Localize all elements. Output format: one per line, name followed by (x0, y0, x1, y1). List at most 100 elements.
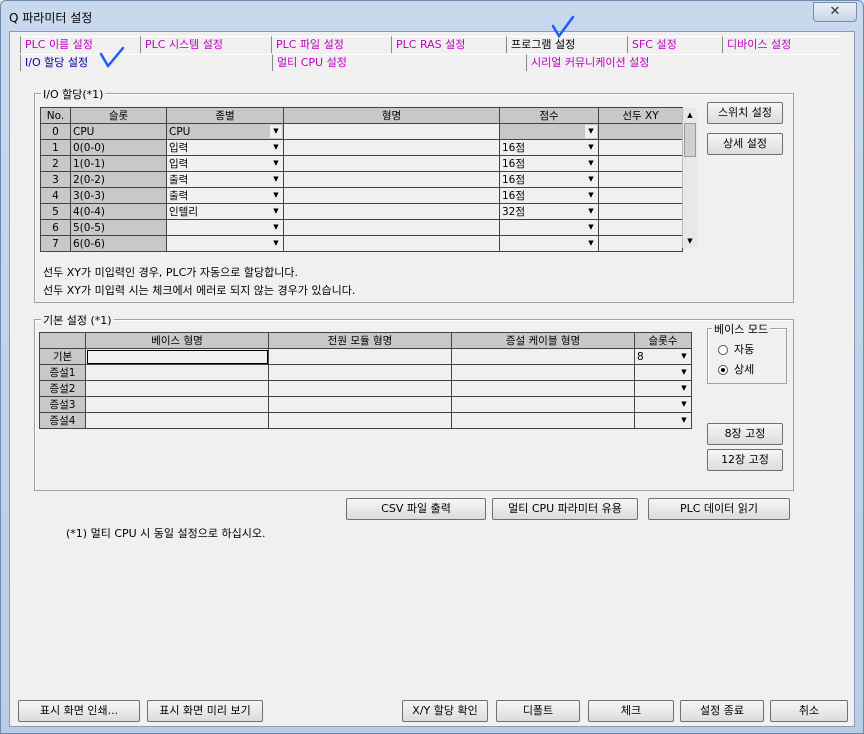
xy-cell[interactable] (598, 123, 683, 140)
xy-cell[interactable] (598, 155, 683, 172)
type-dropdown[interactable]: 출력 ▼ (166, 187, 284, 204)
io-table-scrollbar[interactable]: ▲ ▼ (682, 108, 697, 248)
xy-assignment-check-button[interactable]: X/Y 할당 확인 (402, 700, 488, 722)
extension-cable-cell[interactable] (451, 348, 635, 365)
type-dropdown[interactable]: 입력 ▼ (166, 139, 284, 156)
title-bar[interactable]: Q 파라미터 설정 ✕ (1, 1, 863, 29)
points-dropdown[interactable]: 16점 ▼ (499, 155, 599, 172)
model-cell[interactable] (283, 155, 500, 172)
chevron-down-icon[interactable]: ▼ (270, 141, 282, 154)
finish-settings-button[interactable]: 설정 종료 (680, 700, 764, 722)
base-model-cell[interactable] (85, 380, 269, 397)
tab-sfc[interactable]: SFC 설정 (627, 36, 722, 53)
chevron-down-icon[interactable]: ▼ (678, 382, 690, 395)
csv-export-button[interactable]: CSV 파일 출력 (346, 498, 486, 520)
chevron-down-icon[interactable]: ▼ (585, 141, 597, 154)
points-dropdown[interactable]: 16점 ▼ (499, 171, 599, 188)
points-dropdown[interactable]: 16점 ▼ (499, 139, 599, 156)
points-dropdown[interactable]: 16점 ▼ (499, 187, 599, 204)
chevron-down-icon[interactable]: ▼ (585, 125, 597, 138)
xy-cell[interactable] (598, 203, 683, 220)
scroll-down-icon[interactable]: ▼ (683, 234, 697, 248)
radio-selected-icon[interactable] (718, 365, 728, 375)
base-model-cell[interactable] (85, 364, 269, 381)
chevron-down-icon[interactable]: ▼ (270, 173, 282, 186)
type-dropdown[interactable]: 출력 ▼ (166, 171, 284, 188)
chevron-down-icon[interactable]: ▼ (585, 221, 597, 234)
xy-cell[interactable] (598, 139, 683, 156)
xy-cell[interactable] (598, 235, 683, 252)
chevron-down-icon[interactable]: ▼ (270, 157, 282, 170)
print-screen-button[interactable]: 표시 화면 인쇄... (18, 700, 140, 722)
chevron-down-icon[interactable]: ▼ (678, 414, 690, 427)
chevron-down-icon[interactable]: ▼ (270, 189, 282, 202)
tab-device[interactable]: 디바이스 설정 (722, 36, 842, 53)
power-module-cell[interactable] (268, 412, 452, 429)
extension-cable-cell[interactable] (451, 380, 635, 397)
type-dropdown[interactable]: 인텔리 ▼ (166, 203, 284, 220)
tab-io-assignment[interactable]: I/O 할당 설정 (20, 54, 272, 71)
model-cell[interactable] (283, 139, 500, 156)
chevron-down-icon[interactable]: ▼ (585, 189, 597, 202)
chevron-down-icon[interactable]: ▼ (585, 173, 597, 186)
tab-plc-system[interactable]: PLC 시스템 설정 (140, 36, 271, 53)
model-cell[interactable] (283, 123, 500, 140)
print-preview-button[interactable]: 표시 화면 미리 보기 (147, 700, 263, 722)
points-dropdown[interactable]: ▼ (499, 235, 599, 252)
power-module-cell[interactable] (268, 396, 452, 413)
radio-icon[interactable] (718, 345, 728, 355)
fix-12-button[interactable]: 12장 고정 (707, 449, 783, 471)
multi-cpu-param-button[interactable]: 멀티 CPU 파라미터 유용 (492, 498, 638, 520)
default-button[interactable]: 디폴트 (496, 700, 580, 722)
chevron-down-icon[interactable]: ▼ (270, 205, 282, 218)
cancel-button[interactable]: 취소 (770, 700, 848, 722)
type-dropdown[interactable]: ▼ (166, 235, 284, 252)
extension-cable-cell[interactable] (451, 412, 635, 429)
tab-plc-ras[interactable]: PLC RAS 설정 (391, 36, 506, 53)
points-dropdown[interactable]: 32점 ▼ (499, 203, 599, 220)
tab-plc-file[interactable]: PLC 파일 설정 (271, 36, 391, 53)
xy-cell[interactable] (598, 187, 683, 204)
xy-cell[interactable] (598, 171, 683, 188)
model-cell[interactable] (283, 187, 500, 204)
chevron-down-icon[interactable]: ▼ (270, 221, 282, 234)
chevron-down-icon[interactable]: ▼ (585, 205, 597, 218)
extension-cable-cell[interactable] (451, 396, 635, 413)
type-dropdown[interactable]: ▼ (166, 219, 284, 236)
close-button[interactable]: ✕ (813, 2, 857, 22)
xy-cell[interactable] (598, 219, 683, 236)
chevron-down-icon[interactable]: ▼ (678, 398, 690, 411)
tab-multi-cpu[interactable]: 멀티 CPU 설정 (272, 54, 526, 71)
scroll-up-icon[interactable]: ▲ (683, 108, 697, 122)
read-plc-data-button[interactable]: PLC 데이터 읽기 (648, 498, 790, 520)
model-cell[interactable] (283, 219, 500, 236)
base-mode-detail-radio[interactable]: 상세 (718, 361, 754, 377)
chevron-down-icon[interactable]: ▼ (585, 237, 597, 250)
chevron-down-icon[interactable]: ▼ (678, 350, 690, 363)
model-cell[interactable] (283, 171, 500, 188)
power-module-cell[interactable] (268, 364, 452, 381)
slot-count-dropdown[interactable]: 8 ▼ (634, 348, 692, 365)
scroll-thumb[interactable] (684, 123, 696, 157)
slot-count-dropdown[interactable]: ▼ (634, 380, 692, 397)
chevron-down-icon[interactable]: ▼ (270, 237, 282, 250)
tab-serial-comm[interactable]: 시리얼 커뮤니케이션 설정 (526, 54, 842, 71)
base-model-cell[interactable] (85, 396, 269, 413)
slot-count-dropdown[interactable]: ▼ (634, 412, 692, 429)
detail-settings-button[interactable]: 상세 설정 (707, 133, 783, 155)
slot-count-dropdown[interactable]: ▼ (634, 396, 692, 413)
type-dropdown[interactable]: CPU ▼ (166, 123, 284, 140)
chevron-down-icon[interactable]: ▼ (585, 157, 597, 170)
points-dropdown[interactable]: ▼ (499, 219, 599, 236)
base-model-cell[interactable] (85, 412, 269, 429)
chevron-down-icon[interactable]: ▼ (270, 125, 282, 138)
fix-8-button[interactable]: 8장 고정 (707, 423, 783, 445)
points-dropdown[interactable]: ▼ (499, 123, 599, 140)
switch-settings-button[interactable]: 스위치 설정 (707, 102, 783, 124)
check-button[interactable]: 체크 (588, 700, 674, 722)
type-dropdown[interactable]: 입력 ▼ (166, 155, 284, 172)
power-module-cell[interactable] (268, 380, 452, 397)
model-cell[interactable] (283, 235, 500, 252)
extension-cable-cell[interactable] (451, 364, 635, 381)
model-cell[interactable] (283, 203, 500, 220)
